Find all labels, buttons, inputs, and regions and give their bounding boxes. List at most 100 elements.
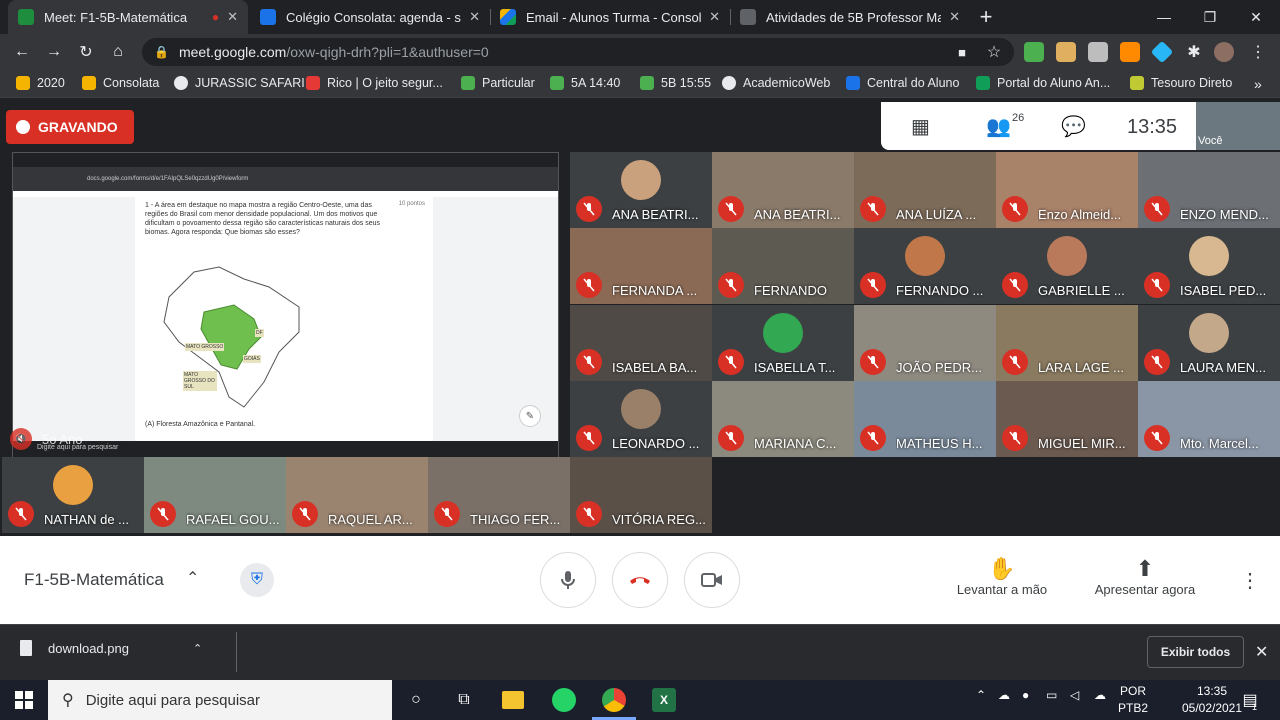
network-icon[interactable]: ▭ — [1046, 688, 1057, 702]
close-tab-icon[interactable]: ✕ — [949, 9, 960, 25]
tab-colegio[interactable]: Colégio Consolata: agenda - sext ✕ — [250, 0, 490, 34]
participant-tile[interactable]: JOÃO PEDR... — [854, 305, 996, 381]
bookmark-consolata[interactable]: Consolata — [82, 76, 159, 90]
close-tab-icon[interactable]: ✕ — [709, 9, 720, 25]
participant-tile[interactable]: Mto. Marcel... — [1138, 381, 1280, 457]
windows-start-button[interactable] — [0, 680, 48, 720]
taskbar-clock[interactable]: 13:35 05/02/2021 — [1180, 683, 1244, 717]
extension-icon[interactable] — [1024, 42, 1044, 62]
cortana-icon[interactable]: ○ — [404, 688, 428, 712]
bookmark-rico[interactable]: Rico | O jeito segur... — [306, 76, 443, 90]
bookmark-2020[interactable]: 2020 — [16, 76, 65, 90]
restore-button[interactable]: ❐ — [1187, 0, 1233, 34]
cloud-upload-icon[interactable]: ☁ — [1094, 688, 1106, 702]
participant-tile[interactable]: ANA BEATRI... — [570, 152, 712, 228]
close-window-button[interactable]: ✕ — [1233, 0, 1279, 34]
tab-meet[interactable]: Meet: F1-5B-Matemática ● ✕ — [8, 0, 248, 34]
participant-tile[interactable]: MARIANA C... — [712, 381, 854, 457]
camera-icon[interactable]: ■ — [950, 40, 974, 64]
bookmarks-overflow-icon[interactable]: » — [1254, 76, 1262, 92]
extension-icon[interactable] — [1088, 42, 1108, 62]
people-icon[interactable]: 👥 — [986, 114, 1011, 139]
participant-tile[interactable]: RAQUEL AR... — [286, 457, 428, 533]
self-view[interactable]: Você — [1196, 102, 1280, 150]
minimize-button[interactable]: — — [1141, 0, 1187, 34]
extension-icon[interactable] — [1056, 42, 1076, 62]
hang-up-button[interactable] — [612, 552, 668, 608]
participant-tile[interactable]: THIAGO FER... — [428, 457, 570, 533]
show-all-button[interactable]: Exibir todos — [1147, 636, 1244, 668]
participant-tile[interactable]: ISABEL PED... — [1138, 228, 1280, 304]
participant-tile[interactable]: LAURA MEN... — [1138, 305, 1280, 381]
profile-avatar[interactable] — [1214, 42, 1234, 62]
language-indicator[interactable]: POR PTB2 — [1118, 683, 1148, 717]
chrome-icon[interactable] — [602, 688, 626, 712]
present-now-button[interactable]: ⬆ Apresentar agora — [1085, 556, 1205, 597]
chevron-up-icon[interactable]: ⌃ — [193, 642, 202, 655]
participant-tile[interactable]: ANA BEATRI... — [712, 152, 854, 228]
home-icon[interactable]: ⌂ — [106, 40, 130, 64]
participant-tile[interactable]: ENZO MEND... — [1138, 152, 1280, 228]
raise-hand-button[interactable]: ✋ Levantar a mão — [942, 556, 1062, 597]
microphone-icon[interactable]: ● — [1022, 688, 1029, 702]
tab-email[interactable]: Email - Alunos Turma - Consolata ✕ — [490, 0, 730, 34]
bookmark-academicoweb[interactable]: AcademicoWeb — [722, 76, 830, 90]
onedrive-icon[interactable]: ☁ — [998, 688, 1010, 702]
participant-tile[interactable]: NATHAN de ... — [2, 457, 144, 533]
address-bar[interactable]: 🔒 meet.google.com /oxw-qigh-drh?pli=1&au… — [142, 38, 1014, 66]
menu-icon[interactable]: ⋮ — [1246, 40, 1270, 64]
participant-tile[interactable]: RAFAEL GOU... — [144, 457, 286, 533]
participant-tile[interactable]: GABRIELLE ... — [996, 228, 1138, 304]
tab-atividades[interactable]: Atividades de 5B Professor Marce ✕ — [730, 0, 970, 34]
participant-tile[interactable]: FERNANDA ... — [570, 228, 712, 304]
task-view-icon[interactable]: ⧉ — [452, 688, 476, 712]
whatsapp-icon[interactable] — [552, 688, 576, 712]
participant-tile[interactable]: FERNANDO — [712, 228, 854, 304]
forward-icon[interactable]: → — [42, 40, 66, 64]
participant-tile[interactable]: VITÓRIA REG... — [570, 457, 712, 533]
bookmark-particular[interactable]: Particular — [461, 76, 535, 90]
star-icon[interactable]: ☆ — [982, 40, 1006, 64]
participant-tile[interactable]: MATHEUS H... — [854, 381, 996, 457]
bookmark-5a[interactable]: 5A 14:40 — [550, 76, 620, 90]
participant-tile[interactable]: Enzo Almeid... — [996, 152, 1138, 228]
back-icon[interactable]: ← — [10, 40, 34, 64]
shared-tabstrip — [13, 153, 558, 167]
microphone-button[interactable] — [540, 552, 596, 608]
bookmark-tesouro[interactable]: Tesouro Direto — [1130, 76, 1232, 90]
grid-layout-icon[interactable]: ▦ — [911, 114, 930, 139]
file-explorer-icon[interactable] — [502, 691, 524, 709]
close-icon[interactable]: ✕ — [1255, 642, 1268, 662]
new-tab-button[interactable]: + — [974, 4, 998, 29]
participant-tile[interactable]: ISABELLA T... — [712, 305, 854, 381]
close-tab-icon[interactable]: ✕ — [227, 9, 238, 25]
participant-tile[interactable]: FERNANDO ... — [854, 228, 996, 304]
participant-tile[interactable]: LEONARDO ... — [570, 381, 712, 457]
bookmark-central[interactable]: Central do Aluno — [846, 76, 959, 90]
camera-button[interactable] — [684, 552, 740, 608]
download-item[interactable]: download.png ⌃ — [20, 640, 202, 656]
reload-icon[interactable]: ↻ — [74, 40, 98, 64]
puzzle-icon[interactable]: ✱ — [1182, 40, 1206, 64]
chevron-up-icon[interactable]: ⌃ — [186, 568, 199, 588]
chevron-up-icon[interactable]: ⌃ — [976, 688, 986, 702]
participant-tile[interactable]: MIGUEL MIR... — [996, 381, 1138, 457]
chat-icon[interactable]: 💬 — [1061, 114, 1086, 139]
bookmark-5b[interactable]: 5B 15:55 — [640, 76, 711, 90]
video-camera-icon — [701, 573, 722, 587]
meeting-name[interactable]: F1-5B-Matemática — [24, 570, 164, 590]
participant-tile[interactable]: ANA LUÍZA ... — [854, 152, 996, 228]
participant-name: LEONARDO ... — [612, 436, 700, 451]
participant-tile[interactable]: ISABELA BA... — [570, 305, 712, 381]
notifications-icon[interactable]: ▤ — [1238, 688, 1262, 712]
more-options-icon[interactable]: ⋮ — [1240, 568, 1260, 593]
host-controls-button[interactable]: ⛨ — [240, 563, 274, 597]
bookmark-portal[interactable]: Portal do Aluno An... — [976, 76, 1110, 90]
excel-icon[interactable]: X — [652, 688, 676, 712]
volume-icon[interactable]: ◁ — [1070, 688, 1079, 702]
close-tab-icon[interactable]: ✕ — [469, 9, 480, 25]
key-icon[interactable] — [1120, 42, 1140, 62]
bookmark-jurassic[interactable]: JURASSIC SAFARI — [174, 76, 305, 90]
participant-tile[interactable]: LARA LAGE ... — [996, 305, 1138, 381]
taskbar-search[interactable]: ⚲ Digite aqui para pesquisar — [48, 680, 392, 720]
